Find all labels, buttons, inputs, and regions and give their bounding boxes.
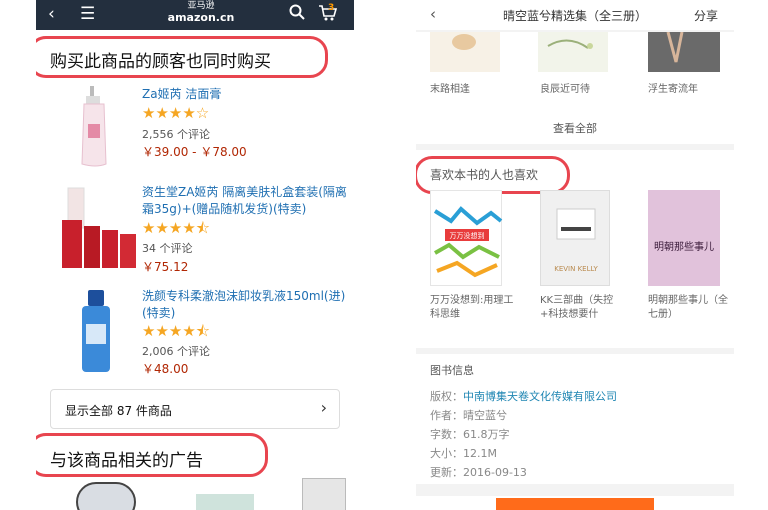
info-value: 晴空蓝兮 — [463, 409, 507, 422]
chevron-right-icon: › — [320, 398, 327, 417]
publisher-link[interactable]: 中南博集天卷文化传媒有限公司 — [463, 390, 617, 403]
chevron-left-icon[interactable]: ‹ — [430, 5, 436, 23]
amazon-product-screen: ‹ ☰ 亚马逊 amazon.cn 3 购买此商品的顾客也同时购买 Za姬芮 洁… — [36, 0, 354, 510]
primary-action-button[interactable] — [496, 498, 654, 510]
amazon-logo[interactable]: 亚马逊 amazon.cn — [156, 1, 246, 24]
book-detail-screen: ‹ 晴空蓝兮精选集（全三册） 分享 末路相逢 良辰近可待 浮生寄流年 查看全部 … — [416, 0, 734, 510]
show-all-products-button[interactable]: 显示全部 87 件商品 › — [50, 389, 340, 429]
info-row-updated: 更新：2016-09-13 — [430, 464, 527, 480]
show-all-label: 显示全部 87 件商品 — [65, 404, 172, 418]
review-count[interactable]: 2,006 个评论 — [142, 343, 210, 359]
book-caption[interactable]: 万万没想到:用理工科思维 — [430, 294, 514, 322]
book-cover[interactable]: 明朝那些事儿 — [648, 190, 720, 286]
book-cover[interactable] — [538, 32, 608, 72]
ad-product-image[interactable] — [76, 482, 136, 510]
book-cover[interactable]: KEVIN KELLY — [540, 190, 610, 286]
info-label: 版权： — [430, 390, 463, 403]
book-cover[interactable] — [430, 32, 500, 72]
book-caption[interactable]: 浮生寄流年 — [648, 80, 698, 95]
book-cover[interactable]: 万万没想到 — [430, 190, 503, 286]
rating-stars: ★★★★☆ — [142, 104, 210, 122]
review-count[interactable]: 2,556 个评论 — [142, 126, 210, 142]
info-row-author: 作者：晴空蓝兮 — [430, 407, 507, 423]
ad-product-image[interactable] — [302, 478, 346, 510]
share-button[interactable]: 分享 — [694, 7, 718, 24]
cover-text: 明朝那些事儿 — [654, 240, 714, 253]
hamburger-icon[interactable]: ☰ — [80, 4, 95, 24]
info-label: 大小： — [430, 447, 463, 460]
book-caption[interactable]: 良辰近可待 — [540, 80, 590, 95]
info-row-copyright: 版权：中南博集天卷文化传媒有限公司 — [430, 388, 617, 404]
book-info-heading: 图书信息 — [430, 364, 474, 377]
product-price: ￥48.00 — [142, 362, 189, 376]
amazon-top-bar: ‹ ☰ 亚马逊 amazon.cn 3 — [36, 0, 354, 30]
chevron-left-icon[interactable]: ‹ — [48, 4, 55, 24]
ad-product-image[interactable] — [196, 494, 254, 510]
book-caption[interactable]: KK三部曲（失控+科技想要什 — [540, 294, 624, 322]
product-price: ￥75.12 — [142, 260, 189, 274]
related-ads-heading: 与该商品相关的广告 — [50, 451, 203, 471]
search-icon[interactable] — [289, 4, 305, 25]
book-title: 晴空蓝兮精选集（全三册） — [502, 9, 647, 23]
book-cover[interactable] — [648, 31, 720, 72]
info-value: 12.1M — [463, 447, 497, 460]
product-title-link[interactable]: 洗颜专科柔澈泡沫卸妆乳液150ml(进)(特卖) — [142, 288, 348, 322]
product-image[interactable] — [60, 182, 140, 272]
info-row-size: 大小：12.1M — [430, 445, 497, 461]
product-price: ￥39.00 - ￥78.00 — [142, 145, 247, 159]
book-top-bar: ‹ 晴空蓝兮精选集（全三册） 分享 — [416, 0, 734, 30]
info-value: 61.8万字 — [463, 428, 510, 441]
view-all-link[interactable]: 查看全部 — [416, 120, 734, 136]
logo-en-text: amazon.cn — [167, 11, 235, 24]
rating-stars: ★★★★⯪ — [142, 219, 211, 237]
product-image[interactable] — [76, 288, 116, 374]
logo-cn-text: 亚马逊 — [187, 1, 215, 11]
product-title-link[interactable]: Za姬芮 洁面膏 — [142, 86, 348, 103]
info-label: 更新： — [430, 466, 463, 479]
product-image[interactable] — [76, 84, 116, 168]
info-row-wordcount: 字数：61.8万字 — [430, 426, 510, 442]
info-label: 作者： — [430, 409, 463, 422]
also-like-heading: 喜欢本书的人也喜欢 — [430, 168, 539, 182]
product-title-link[interactable]: 资生堂ZA姬芮 隔离美肤礼盒套装(隔离霜35g)+(赠品随机发货)(特卖) — [142, 184, 348, 218]
also-bought-heading: 购买此商品的顾客也同时购买 — [50, 52, 271, 72]
rating-stars: ★★★★⯪ — [142, 322, 211, 340]
cart-count-badge: 3 — [328, 3, 335, 13]
info-label: 字数： — [430, 428, 463, 441]
info-value: 2016-09-13 — [463, 466, 527, 479]
book-caption[interactable]: 明朝那些事儿（全七册） — [648, 294, 730, 322]
cover-text: 万万没想到 — [450, 231, 485, 240]
cover-text: KEVIN KELLY — [554, 265, 598, 273]
book-caption[interactable]: 末路相逢 — [430, 80, 470, 95]
review-count[interactable]: 34 个评论 — [142, 240, 193, 256]
